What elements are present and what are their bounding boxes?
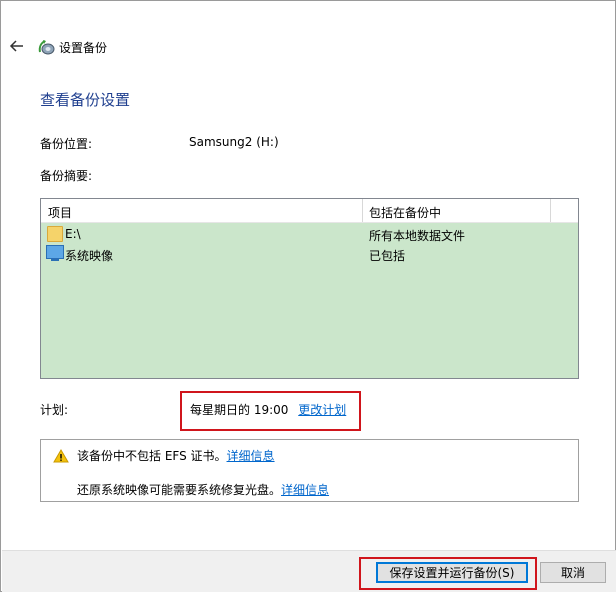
backup-location-value: Samsung2 (H:): [189, 135, 279, 149]
notice-box: 该备份中不包括 EFS 证书。详细信息 还原系统映像可能需要系统修复光盘。详细信…: [40, 439, 579, 502]
repair-details-link[interactable]: 详细信息: [281, 483, 329, 497]
backup-summary-label: 备份摘要:: [40, 169, 93, 183]
efs-details-link[interactable]: 详细信息: [227, 449, 275, 463]
row-item-name: 系统映像: [65, 249, 114, 263]
button-bar: 保存设置并运行备份(S) 取消: [2, 550, 616, 592]
column-divider[interactable]: [550, 199, 551, 222]
save-and-run-backup-button[interactable]: 保存设置并运行备份(S): [376, 562, 528, 583]
column-header-included[interactable]: 包括在备份中: [369, 204, 441, 221]
warning-icon: [53, 449, 69, 463]
repair-notice: 还原系统映像可能需要系统修复光盘。详细信息: [77, 483, 330, 497]
efs-notice: 该备份中不包括 EFS 证书。详细信息: [77, 449, 275, 463]
table-header: 项目 包括在备份中: [41, 199, 578, 223]
schedule-label: 计划:: [40, 403, 69, 417]
row-item-name: E:\: [65, 227, 81, 241]
table-row[interactable]: E:\ 所有本地数据文件: [41, 224, 578, 244]
backup-location-label: 备份位置:: [40, 137, 93, 151]
change-schedule-link[interactable]: 更改计划: [298, 403, 346, 417]
monitor-icon: [46, 245, 64, 259]
folder-icon: [47, 226, 63, 242]
backup-app-icon: [37, 38, 55, 56]
back-arrow-icon[interactable]: [9, 38, 25, 54]
schedule-value: 每星期日的 19:00 更改计划: [190, 403, 347, 417]
page-title: 查看备份设置: [40, 91, 131, 109]
row-included-value: 所有本地数据文件: [369, 229, 466, 243]
column-divider[interactable]: [362, 199, 363, 222]
window-title: 设置备份: [59, 41, 108, 55]
backup-summary-table[interactable]: 项目 包括在备份中 E:\ 所有本地数据文件 系统映像 已包括: [40, 198, 579, 379]
cancel-button[interactable]: 取消: [540, 562, 606, 583]
column-header-item[interactable]: 项目: [48, 204, 72, 221]
dialog-window: 设置备份 查看备份设置 备份位置: Samsung2 (H:) 备份摘要: 项目…: [0, 0, 616, 592]
row-included-value: 已包括: [369, 249, 406, 263]
table-row[interactable]: 系统映像 已包括: [41, 244, 578, 264]
